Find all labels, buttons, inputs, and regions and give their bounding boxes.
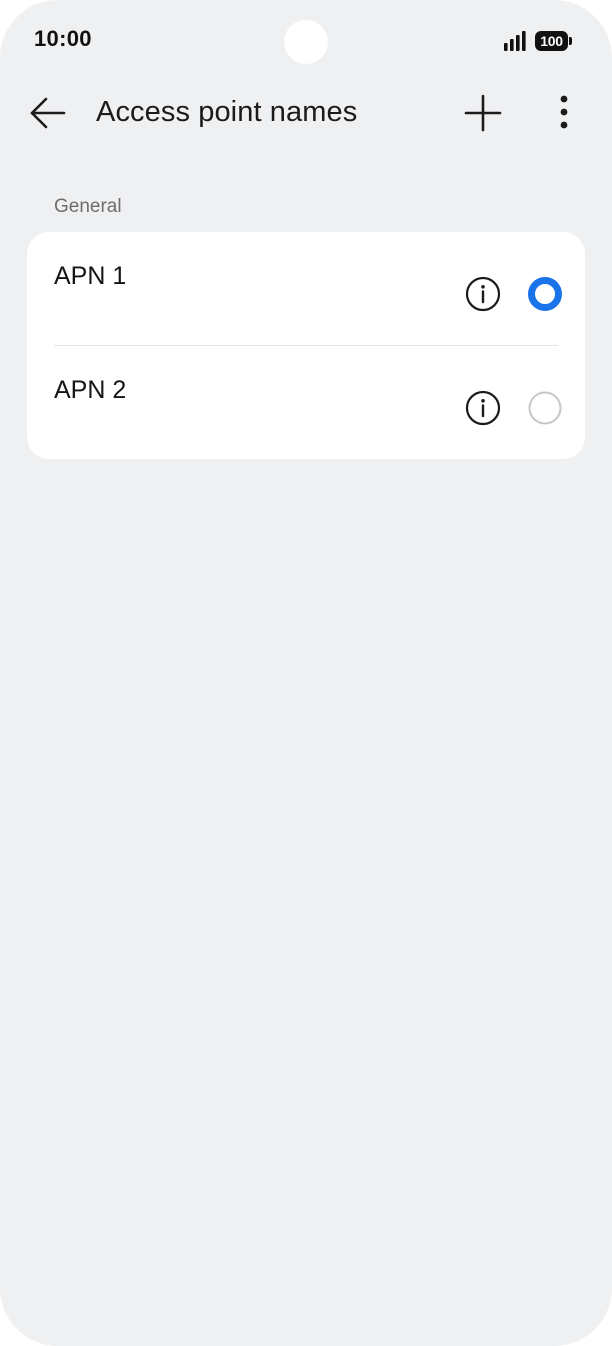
plus-icon — [464, 94, 502, 132]
apn-radio-unselected[interactable] — [525, 388, 565, 428]
apn-radio-selected[interactable] — [525, 274, 565, 314]
page-title: Access point names — [96, 96, 358, 128]
more-options-button[interactable] — [540, 90, 588, 138]
back-button[interactable] — [24, 90, 72, 138]
battery-level: 100 — [535, 31, 568, 51]
arrow-left-icon — [30, 97, 66, 129]
add-apn-button[interactable] — [459, 90, 507, 138]
info-icon[interactable] — [463, 274, 503, 314]
status-time: 10:00 — [34, 26, 92, 51]
battery-tip — [569, 37, 572, 45]
camera-cutout — [284, 20, 328, 64]
signal-bars-icon — [504, 31, 526, 51]
apn-list-card: APN 1 APN 2 — [27, 232, 585, 459]
screen: 10:00 100 Access point names General APN… — [0, 0, 612, 1346]
more-vertical-icon — [560, 95, 568, 129]
apn-row-1[interactable]: APN 1 — [27, 232, 585, 345]
info-icon[interactable] — [463, 388, 503, 428]
apn-row-2[interactable]: APN 2 — [27, 346, 585, 459]
battery-icon: 100 — [535, 31, 572, 51]
apn-name: APN 2 — [54, 376, 127, 404]
apn-name: APN 1 — [54, 262, 127, 290]
section-header-general: General — [54, 196, 122, 217]
